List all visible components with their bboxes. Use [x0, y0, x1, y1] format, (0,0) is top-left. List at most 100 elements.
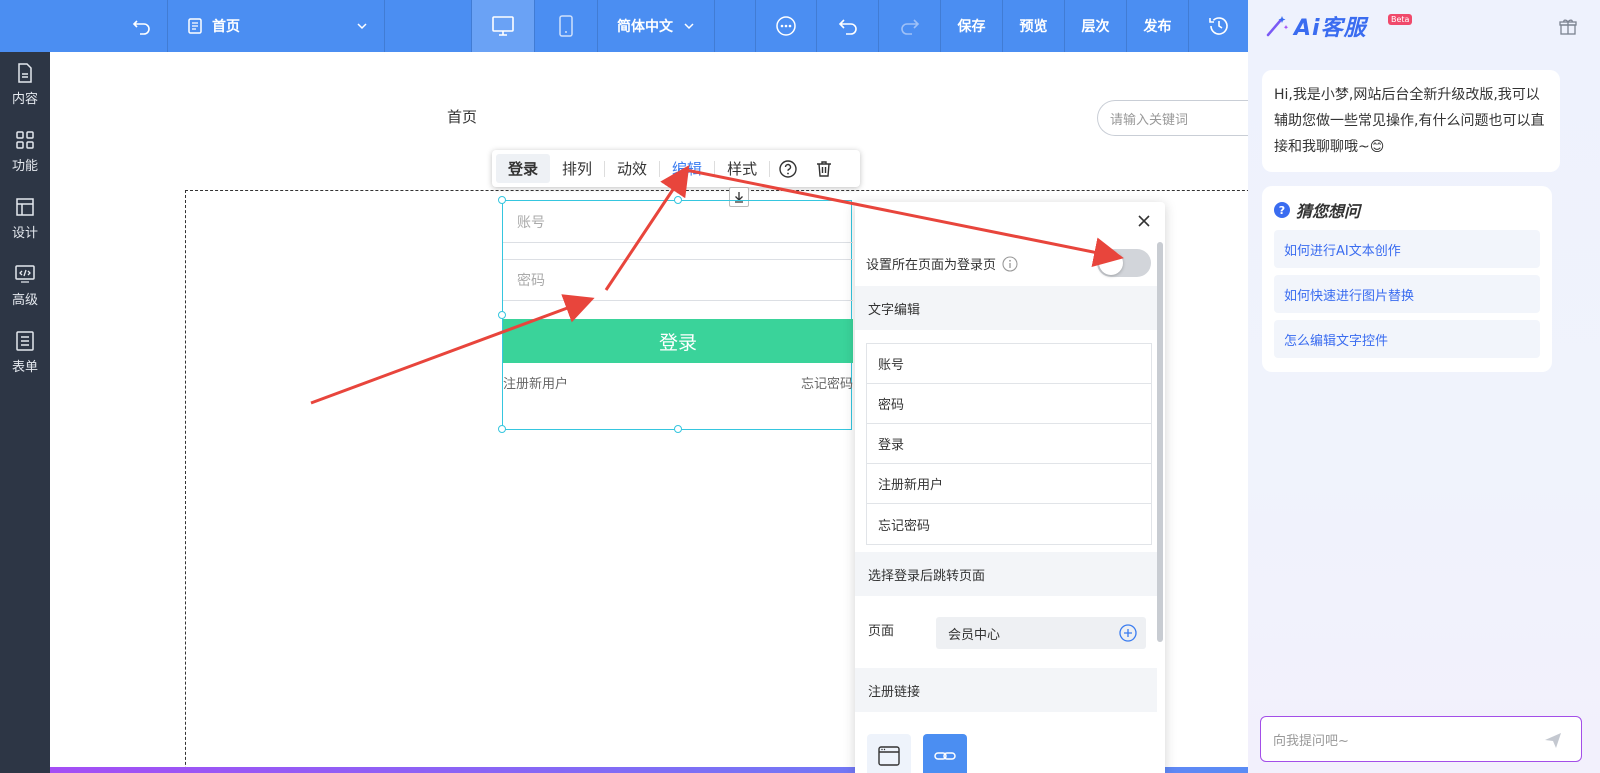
- page-selector[interactable]: 首页: [180, 0, 380, 52]
- panel-scrollbar[interactable]: [1157, 242, 1163, 642]
- undo-icon: [838, 19, 857, 35]
- beta-badge: Beta: [1388, 14, 1413, 25]
- sidebar-item-content[interactable]: 内容: [0, 62, 50, 122]
- redirect-section-title: 选择登录后跳转页面: [855, 552, 1157, 596]
- undo-arrow-icon: [132, 20, 150, 35]
- link-type-url-button[interactable]: [923, 734, 967, 773]
- chevron-down-icon: [684, 23, 694, 30]
- register-link[interactable]: 注册新用户: [503, 373, 568, 392]
- account-input[interactable]: 账号: [503, 201, 853, 243]
- suggested-questions-card: ? 猜您想问 如何进行AI文本创作 如何快速进行图片替换 怎么编辑文字控件: [1262, 186, 1552, 372]
- sidebar-item-forms[interactable]: 表单: [0, 330, 50, 390]
- site-search-input[interactable]: 请输入关键词: [1097, 100, 1248, 136]
- redirect-page-value: 会员中心: [948, 627, 1001, 643]
- desktop-view-button[interactable]: [472, 0, 534, 52]
- grid-icon: [16, 131, 34, 149]
- browser-window-icon: [878, 746, 900, 766]
- tab-edit[interactable]: 编辑: [660, 154, 714, 183]
- question-mark-icon: ?: [1274, 202, 1290, 218]
- code-monitor-icon: [15, 265, 35, 283]
- gift-icon[interactable]: [1558, 17, 1578, 37]
- redo-icon: [900, 19, 919, 35]
- sidebar-item-label: 功能: [11, 159, 38, 174]
- redo-button[interactable]: [879, 0, 940, 52]
- suggested-question[interactable]: 怎么编辑文字控件: [1274, 320, 1540, 358]
- tab-login[interactable]: 登录: [496, 154, 551, 183]
- login-form-widget[interactable]: 账号 密码 登录 注册新用户 忘记密码: [498, 196, 853, 433]
- history-clock-icon: [1208, 17, 1228, 35]
- element-toolbar: 登录 排列 动效 编辑 样式: [492, 150, 860, 187]
- suggested-question[interactable]: 如何进行AI文本创作: [1274, 230, 1540, 268]
- sidebar-item-design[interactable]: 设计: [0, 196, 50, 256]
- login-button[interactable]: 登录: [503, 319, 853, 363]
- ai-logo-text: Ai客服: [1294, 16, 1367, 41]
- password-input[interactable]: 密码: [503, 259, 853, 301]
- login-page-label: 设置所在页面为登录页: [866, 258, 997, 273]
- login-page-toggle[interactable]: [1097, 249, 1151, 277]
- undo-button[interactable]: [817, 0, 878, 52]
- layers-button[interactable]: 层次: [1065, 0, 1126, 52]
- text-edit-item[interactable]: 账号: [867, 344, 1151, 384]
- tablet-icon: [559, 15, 573, 37]
- forgot-password-link[interactable]: 忘记密码: [801, 373, 853, 392]
- text-edit-item[interactable]: 登录: [867, 424, 1151, 464]
- suggested-questions-title: ? 猜您想问: [1274, 198, 1360, 222]
- help-button[interactable]: [770, 154, 806, 183]
- language-label: 简体中文: [617, 19, 673, 35]
- resize-handle[interactable]: [498, 311, 506, 319]
- info-icon[interactable]: [1002, 255, 1018, 272]
- tab-arrange[interactable]: 排列: [550, 154, 604, 183]
- text-edit-item[interactable]: 忘记密码: [867, 504, 1151, 544]
- more-button[interactable]: [756, 0, 816, 52]
- text-edit-section-title: 文字编辑: [855, 286, 1157, 330]
- element-settings-panel: 设置所在页面为登录页 文字编辑 账号 密码 登录 注册新用户 忘记密码 选择登录…: [855, 202, 1165, 773]
- sidebar-item-features[interactable]: 功能: [0, 129, 50, 189]
- page-selector-label: 首页: [212, 19, 240, 35]
- sidebar-item-label: 表单: [11, 360, 38, 375]
- link-type-page-button[interactable]: [867, 734, 911, 773]
- document-icon: [18, 63, 32, 83]
- suggested-question[interactable]: 如何快速进行图片替换: [1274, 275, 1540, 313]
- text-edit-item[interactable]: 注册新用户: [867, 464, 1151, 504]
- ai-assistant-panel: Ai客服 Beta Hi,我是小梦,网站后台全新升级改版,我可以辅助您做一些常见…: [1248, 0, 1600, 773]
- publish-button[interactable]: 发布: [1127, 0, 1188, 52]
- mobile-view-button[interactable]: [535, 0, 597, 52]
- text-edit-item[interactable]: 密码: [867, 384, 1151, 424]
- sidebar-item-label: 设计: [11, 226, 38, 241]
- resize-handle[interactable]: [498, 196, 506, 204]
- history-button[interactable]: [1189, 0, 1248, 52]
- ai-greeting-message: Hi,我是小梦,网站后台全新升级改版,我可以辅助您做一些常见操作,有什么问题也可…: [1262, 70, 1560, 172]
- desktop-icon: [492, 16, 514, 36]
- form-icon: [16, 331, 34, 351]
- resize-handle[interactable]: [674, 196, 682, 204]
- send-icon[interactable]: [1543, 730, 1563, 750]
- ai-chat-placeholder: 向我提问吧~: [1273, 733, 1349, 749]
- language-selector[interactable]: 简体中文: [598, 0, 714, 52]
- sidebar-item-advanced[interactable]: 高级: [0, 263, 50, 323]
- plus-circle-icon[interactable]: [1118, 623, 1138, 643]
- resize-handle[interactable]: [674, 425, 682, 433]
- sidebar-item-label: 内容: [11, 92, 38, 107]
- layout-icon: [16, 198, 34, 216]
- left-sidebar: 内容 功能 设计 高级 表单: [0, 52, 50, 773]
- ai-chat-input[interactable]: 向我提问吧~: [1260, 716, 1582, 762]
- resize-handle[interactable]: [498, 425, 506, 433]
- back-button[interactable]: [116, 0, 168, 52]
- suggested-questions-label: 猜您想问: [1296, 202, 1361, 221]
- delete-button[interactable]: [806, 154, 842, 183]
- register-link-section-title: 注册链接: [855, 668, 1157, 712]
- login-page-setting: 设置所在页面为登录页: [866, 254, 1018, 273]
- chevron-down-icon: [357, 23, 367, 30]
- close-icon[interactable]: [1135, 212, 1153, 230]
- page-icon: [188, 18, 202, 34]
- tab-style[interactable]: 样式: [715, 154, 769, 183]
- save-button[interactable]: 保存: [941, 0, 1002, 52]
- page-nav-label[interactable]: 首页: [447, 106, 477, 127]
- preview-button[interactable]: 预览: [1003, 0, 1064, 52]
- text-edit-list: 账号 密码 登录 注册新用户 忘记密码: [866, 343, 1152, 545]
- tab-animation[interactable]: 动效: [605, 154, 659, 183]
- sidebar-item-label: 高级: [11, 293, 38, 308]
- redirect-page-select[interactable]: 会员中心: [936, 617, 1146, 649]
- more-dots-icon: [776, 16, 796, 36]
- ai-logo: Ai客服 Beta: [1264, 10, 1413, 42]
